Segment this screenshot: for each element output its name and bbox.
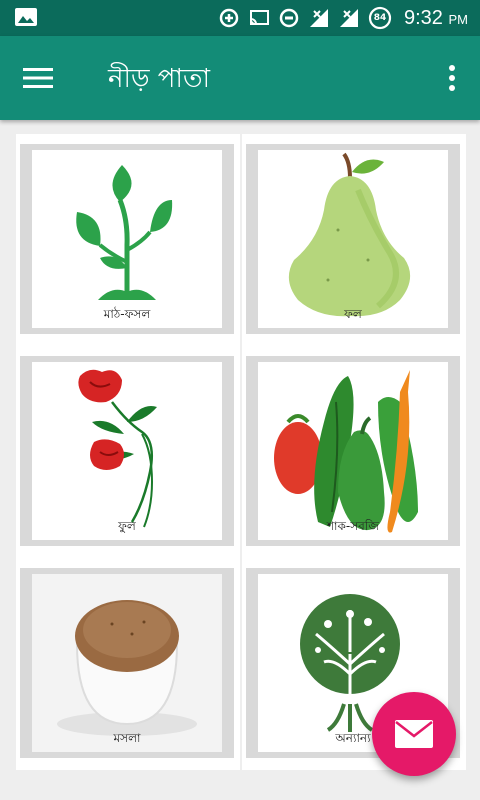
- clock-time: 9:32: [404, 6, 443, 29]
- signal-icon: [308, 7, 330, 29]
- category-label: শাক-সবজি: [326, 519, 380, 533]
- category-card-spices[interactable]: মসলা: [16, 558, 240, 770]
- card-frame: মাঠ-ফসল: [20, 144, 234, 334]
- status-icons: 84 9:32 PM: [218, 0, 468, 36]
- category-card-flowers[interactable]: ফুল: [16, 346, 240, 558]
- spice-bowl-icon: [57, 600, 197, 736]
- category-label: ফুল: [118, 519, 136, 533]
- do-not-disturb-icon: [278, 7, 300, 29]
- plant-icon: [76, 165, 173, 300]
- card-frame: ফুল: [20, 356, 234, 546]
- category-grid: মাঠ-ফসল ফল ফুল শাক-সবজি মসলা অন্যান্য: [16, 134, 466, 774]
- mail-fab-button[interactable]: [372, 692, 456, 776]
- cast-icon: [248, 7, 270, 29]
- page-title: নীড় পাতা: [108, 64, 211, 94]
- card-image-area: ফুল: [32, 362, 222, 540]
- category-card-fruits[interactable]: ফল: [242, 134, 466, 346]
- more-vert-icon[interactable]: [438, 56, 466, 100]
- status-bar: 84 9:32 PM: [0, 0, 480, 36]
- data-saver-icon: [218, 7, 240, 29]
- clock-ampm: PM: [448, 11, 469, 27]
- card-frame: শাক-সবজি: [246, 356, 460, 546]
- category-label: মাঠ-ফসল: [103, 307, 151, 321]
- clock: 9:32 PM: [404, 7, 468, 30]
- card-frame: মসলা: [20, 568, 234, 758]
- hamburger-icon[interactable]: [16, 56, 60, 100]
- card-image-area: মসলা: [32, 574, 222, 752]
- gallery-icon: [14, 7, 38, 27]
- vegetables-icon: [274, 370, 418, 533]
- category-card-field-crops[interactable]: মাঠ-ফসল: [16, 134, 240, 346]
- pear-icon: [288, 152, 411, 317]
- card-frame: ফল: [246, 144, 460, 334]
- category-card-vegetables[interactable]: শাক-সবজি: [242, 346, 466, 558]
- rose-icon: [78, 369, 157, 528]
- app-bar: নীড় পাতা: [0, 36, 480, 120]
- signal-icon: [338, 7, 360, 29]
- card-image-area: মাঠ-ফসল: [32, 150, 222, 328]
- category-label: ফল: [344, 307, 362, 321]
- category-label: মসলা: [113, 731, 141, 745]
- card-image-area: ফল: [258, 150, 448, 328]
- mail-icon: [395, 720, 433, 748]
- card-image-area: শাক-সবজি: [258, 362, 448, 540]
- battery-icon: 84: [368, 6, 392, 30]
- battery-level: 84: [373, 13, 387, 23]
